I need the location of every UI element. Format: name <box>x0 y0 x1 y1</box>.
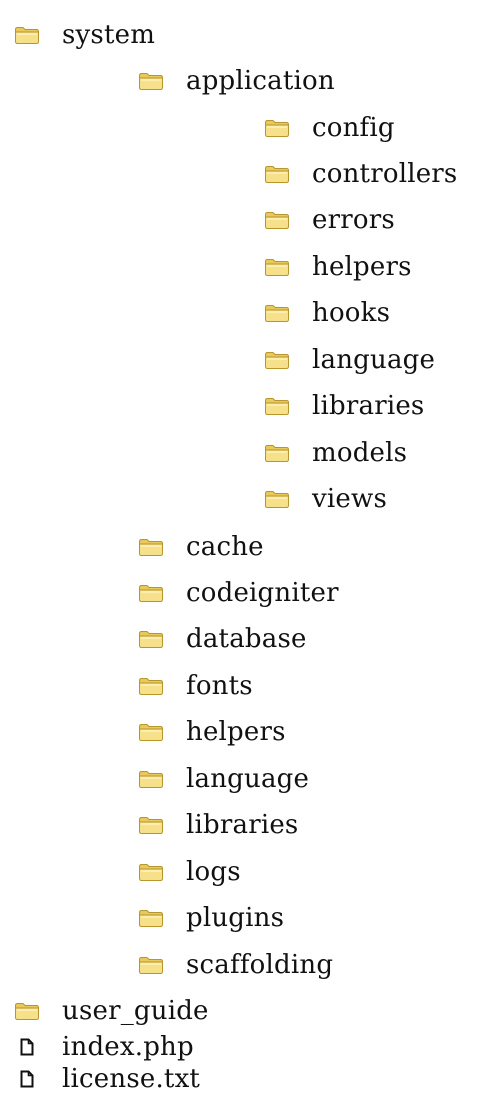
folder-icon <box>138 629 164 649</box>
tree-node[interactable]: helpers <box>138 715 286 749</box>
file-icon <box>20 1038 34 1056</box>
tree-node[interactable]: models <box>264 436 407 470</box>
tree-node[interactable]: application <box>138 64 335 98</box>
tree-node-label: libraries <box>186 810 299 840</box>
tree-node-label: helpers <box>312 252 412 282</box>
folder-icon <box>138 676 164 696</box>
folder-icon <box>138 862 164 882</box>
tree-node[interactable]: libraries <box>264 389 424 423</box>
tree-node-label: helpers <box>186 717 286 747</box>
folder-icon <box>14 1001 40 1021</box>
folder-icon <box>264 164 290 184</box>
tree-node-label: database <box>186 624 307 654</box>
folder-icon <box>264 257 290 277</box>
tree-node-label: hooks <box>312 298 391 328</box>
folder-icon <box>264 303 290 323</box>
tree-node-label: logs <box>186 857 241 887</box>
tree-node[interactable]: plugins <box>138 901 284 935</box>
tree-node-label: config <box>312 113 395 143</box>
tree-node-label: models <box>312 438 408 468</box>
tree-node[interactable]: cache <box>138 530 264 564</box>
tree-node-label: views <box>312 484 387 514</box>
folder-icon <box>138 815 164 835</box>
tree-node[interactable]: libraries <box>138 808 298 842</box>
folder-icon <box>138 908 164 928</box>
tree-node[interactable]: controllers <box>264 157 457 191</box>
folder-icon <box>264 118 290 138</box>
tree-node[interactable]: hooks <box>264 296 390 330</box>
tree-node[interactable]: errors <box>264 203 395 237</box>
tree-node[interactable]: scaffolding <box>138 948 333 982</box>
tree-node-label: license.txt <box>62 1064 201 1094</box>
tree-node[interactable]: language <box>138 762 309 796</box>
folder-icon <box>138 537 164 557</box>
tree-node[interactable]: helpers <box>264 250 412 284</box>
folder-icon <box>14 25 40 45</box>
tree-node[interactable]: license.txt <box>14 1062 200 1096</box>
tree-node-label: language <box>186 764 310 794</box>
tree-node-label: cache <box>186 532 264 562</box>
tree-node-label: controllers <box>312 159 458 189</box>
tree-node-label: user_guide <box>62 996 209 1026</box>
folder-icon <box>264 489 290 509</box>
folder-icon <box>264 443 290 463</box>
folder-icon <box>138 71 164 91</box>
folder-icon <box>138 955 164 975</box>
folder-icon <box>138 769 164 789</box>
tree-node-label: system <box>62 20 156 50</box>
folder-icon <box>264 350 290 370</box>
tree-node-label: errors <box>312 205 395 235</box>
tree-node[interactable]: system <box>14 18 155 52</box>
folder-icon <box>264 396 290 416</box>
tree-node[interactable]: config <box>264 111 395 145</box>
tree-node[interactable]: user_guide <box>14 994 209 1028</box>
tree-node-label: libraries <box>312 391 425 421</box>
file-tree: system application config controllers er… <box>0 0 487 1095</box>
tree-node-label: plugins <box>186 903 285 933</box>
tree-node-label: language <box>312 345 436 375</box>
folder-icon <box>138 722 164 742</box>
tree-node-label: application <box>186 66 335 96</box>
tree-node[interactable]: codeigniter <box>138 576 339 610</box>
file-icon <box>20 1070 34 1088</box>
tree-node[interactable]: language <box>264 343 435 377</box>
tree-node[interactable]: fonts <box>138 669 253 703</box>
tree-node-label: codeigniter <box>186 578 339 608</box>
tree-node-label: scaffolding <box>186 950 334 980</box>
tree-node[interactable]: logs <box>138 855 241 889</box>
tree-node[interactable]: views <box>264 482 387 516</box>
tree-node-label: index.php <box>62 1032 194 1062</box>
tree-node[interactable]: index.php <box>14 1030 194 1064</box>
tree-node[interactable]: database <box>138 622 307 656</box>
folder-icon <box>138 583 164 603</box>
folder-icon <box>264 210 290 230</box>
tree-node-label: fonts <box>186 671 253 701</box>
